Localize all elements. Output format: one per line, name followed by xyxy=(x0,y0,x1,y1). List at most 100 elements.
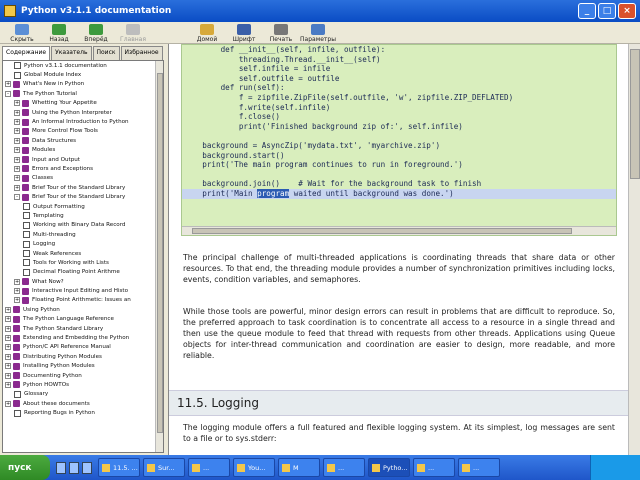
nav-tab-2[interactable]: Поиск xyxy=(92,46,120,60)
toolbar-button-0[interactable]: Скрыть xyxy=(4,24,40,43)
expand-icon[interactable]: + xyxy=(14,175,20,182)
expand-icon[interactable]: + xyxy=(14,128,20,135)
expand-icon[interactable]: + xyxy=(14,156,20,163)
quick-launch-icon[interactable] xyxy=(82,461,92,474)
title-bar[interactable]: Python v3.1.1 documentation _ □ × xyxy=(0,0,640,22)
taskbar-button-7[interactable]: ... xyxy=(413,458,455,477)
expand-icon[interactable]: + xyxy=(5,381,11,388)
content-scroll-thumb[interactable] xyxy=(630,49,640,179)
tree-item[interactable]: + Using Python xyxy=(3,305,163,314)
taskbar-button-0[interactable]: 11.5. ... xyxy=(98,458,140,477)
quick-launch-icon[interactable] xyxy=(56,461,66,474)
tree-item[interactable]: + Whetting Your Appetite xyxy=(3,99,163,108)
expand-icon[interactable]: + xyxy=(5,344,11,351)
tree-item[interactable]: + Installing Python Modules xyxy=(3,362,163,371)
tree-item[interactable]: + About these documents xyxy=(3,399,163,408)
tree-item[interactable]: Logging xyxy=(3,239,163,248)
tree-item[interactable]: + Brief Tour of the Standard Library xyxy=(3,183,163,192)
start-button[interactable]: пуск xyxy=(0,455,50,480)
taskbar-button-1[interactable]: Sur... xyxy=(143,458,185,477)
taskbar-button-2[interactable]: ... xyxy=(188,458,230,477)
taskbar-button-6[interactable]: Pytho... xyxy=(368,458,410,477)
expand-icon[interactable]: + xyxy=(14,184,20,191)
tree-item[interactable]: + An Informal Introduction to Python xyxy=(3,117,163,126)
taskbar-button-3[interactable]: You... xyxy=(233,458,275,477)
tree-item[interactable]: Multi-threading xyxy=(3,230,163,239)
tree-item[interactable]: - Brief Tour of the Standard Library xyxy=(3,192,163,201)
code-horizontal-scrollbar[interactable] xyxy=(182,226,616,235)
taskbar-button-4[interactable]: M xyxy=(278,458,320,477)
content-scrollbar[interactable] xyxy=(628,44,640,455)
expand-icon[interactable]: + xyxy=(14,137,20,144)
tree-item[interactable]: + Errors and Exceptions xyxy=(3,164,163,173)
tree-item[interactable]: + Data Structures xyxy=(3,136,163,145)
expand-icon[interactable]: + xyxy=(5,353,11,360)
tree-item[interactable]: Templating xyxy=(3,211,163,220)
expand-icon[interactable]: + xyxy=(5,316,11,323)
tree-item[interactable]: + Python HOWTOs xyxy=(3,380,163,389)
tree-item[interactable]: + More Control Flow Tools xyxy=(3,127,163,136)
expand-icon[interactable]: + xyxy=(5,400,11,407)
expand-icon[interactable]: + xyxy=(14,100,20,107)
tree-item[interactable]: + What's New in Python xyxy=(3,80,163,89)
tree-item[interactable]: Global Module Index xyxy=(3,70,163,79)
tree-item[interactable]: + Floating Point Arithmetic: Issues an xyxy=(3,296,163,305)
close-button[interactable]: × xyxy=(618,3,636,19)
tree-item[interactable]: + What Now? xyxy=(3,277,163,286)
tree-item[interactable]: + Python/C API Reference Manual xyxy=(3,343,163,352)
tree-item[interactable]: + Interactive Input Editing and Histo xyxy=(3,286,163,295)
toolbar-button-4[interactable] xyxy=(152,31,188,43)
expand-icon[interactable]: + xyxy=(14,119,20,126)
expand-icon[interactable]: + xyxy=(14,288,20,295)
tree-item[interactable]: Tools for Working with Lists xyxy=(3,258,163,267)
expand-icon[interactable]: + xyxy=(14,147,20,154)
expand-icon[interactable]: + xyxy=(14,297,20,304)
tree-item[interactable]: Reporting Bugs in Python xyxy=(3,408,163,417)
expand-icon[interactable]: + xyxy=(14,278,20,285)
expand-icon[interactable]: + xyxy=(5,372,11,379)
tree-item[interactable]: - The Python Tutorial xyxy=(3,89,163,98)
taskbar-button-5[interactable]: ... xyxy=(323,458,365,477)
tree-item[interactable]: Python v3.1.1 documentation xyxy=(3,61,163,70)
tree-item[interactable]: + Documenting Python xyxy=(3,371,163,380)
tree-scrollbar[interactable] xyxy=(155,61,163,452)
tree-item[interactable]: Decimal Floating Point Arithme xyxy=(3,268,163,277)
tree-item[interactable]: + The Python Standard Library xyxy=(3,324,163,333)
tree-item[interactable]: Weak References xyxy=(3,249,163,258)
collapse-icon[interactable]: - xyxy=(14,194,20,201)
collapse-icon[interactable]: - xyxy=(5,90,11,97)
taskbar-button-8[interactable]: ... xyxy=(458,458,500,477)
toolbar-button-6[interactable]: Шрифт xyxy=(226,24,262,43)
toolbar-button-5[interactable]: Домой xyxy=(189,24,225,43)
expand-icon[interactable]: + xyxy=(14,109,20,116)
expand-icon[interactable]: + xyxy=(14,165,20,172)
toolbar-button-3[interactable]: Главная xyxy=(115,24,151,43)
minimize-button[interactable]: _ xyxy=(578,3,596,19)
toolbar-button-8[interactable]: Параметры xyxy=(300,24,336,43)
expand-icon[interactable]: + xyxy=(5,363,11,370)
tree-item[interactable]: + Input and Output xyxy=(3,155,163,164)
quick-launch-icon[interactable] xyxy=(69,461,79,474)
tree-item[interactable]: + Classes xyxy=(3,174,163,183)
toolbar-button-1[interactable]: Назад xyxy=(41,24,77,43)
tree-item[interactable]: Glossary xyxy=(3,390,163,399)
expand-icon[interactable]: + xyxy=(5,325,11,332)
code-scroll-thumb[interactable] xyxy=(192,228,572,234)
toolbar-button-2[interactable]: Вперёд xyxy=(78,24,114,43)
tree-item[interactable]: + The Python Language Reference xyxy=(3,315,163,324)
nav-tab-3[interactable]: Избранное xyxy=(120,46,163,60)
expand-icon[interactable]: + xyxy=(5,81,11,88)
tree-item[interactable]: Working with Binary Data Record xyxy=(3,221,163,230)
tree-scroll-thumb[interactable] xyxy=(157,73,163,433)
nav-tab-1[interactable]: Указатель xyxy=(51,46,92,60)
maximize-button[interactable]: □ xyxy=(598,3,616,19)
tree-item[interactable]: + Distributing Python Modules xyxy=(3,352,163,361)
toolbar-button-7[interactable]: Печать xyxy=(263,24,299,43)
expand-icon[interactable]: + xyxy=(5,306,11,313)
tree-item[interactable]: Output Formatting xyxy=(3,202,163,211)
tree-item[interactable]: + Modules xyxy=(3,146,163,155)
tree-item[interactable]: + Extending and Embedding the Python xyxy=(3,333,163,342)
expand-icon[interactable]: + xyxy=(5,335,11,342)
nav-tab-0[interactable]: Содержание xyxy=(2,46,51,60)
tree-item[interactable]: + Using the Python Interpreter xyxy=(3,108,163,117)
